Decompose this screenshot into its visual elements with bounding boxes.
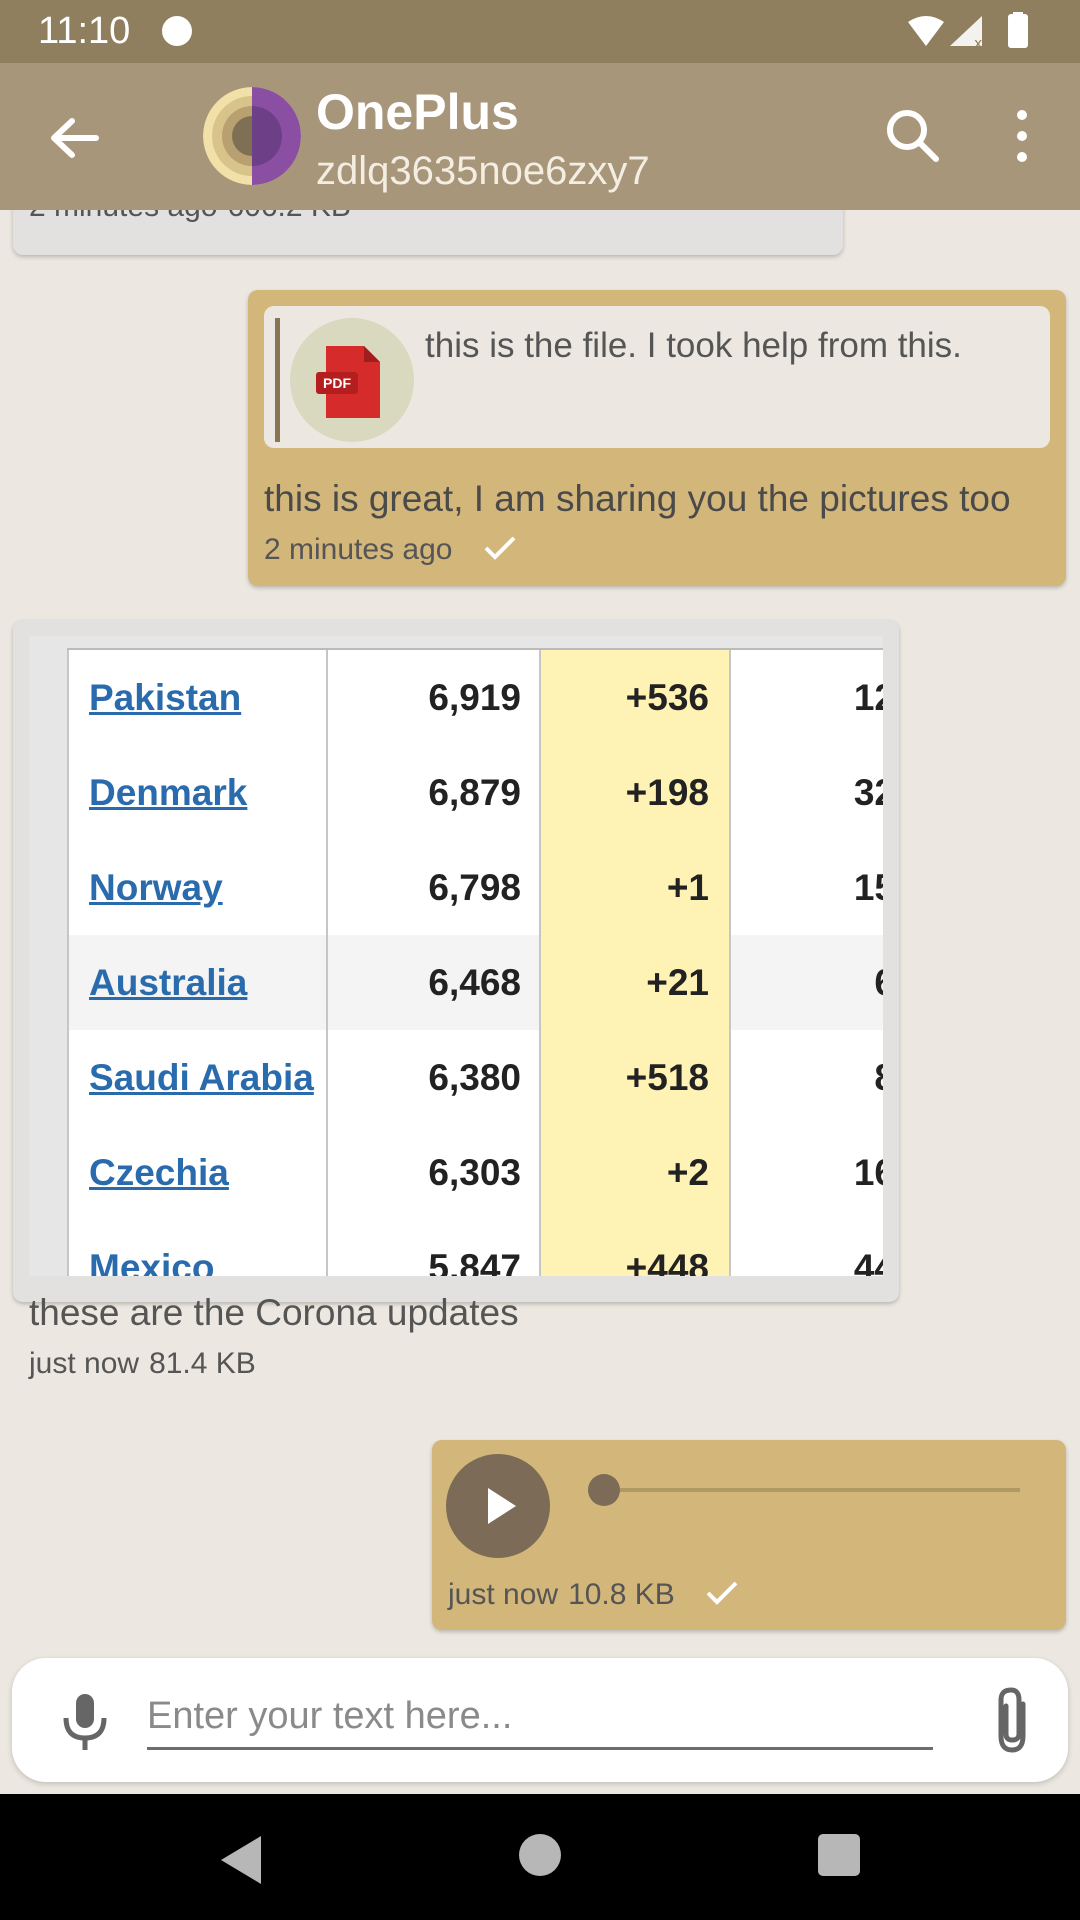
back-arrow-icon[interactable]	[40, 103, 110, 173]
cell-deaths: 6	[731, 935, 883, 1030]
cell-cases: 6,303	[328, 1125, 541, 1220]
message-size: 10.8 KB	[568, 1578, 675, 1611]
table-row: Saudi Arabia 6,380 +518 8	[67, 1030, 883, 1125]
audio-seekbar[interactable]	[604, 1488, 1020, 1492]
cell-deaths: 8	[731, 1030, 883, 1125]
message-size: 606.2 KB	[227, 210, 350, 223]
chat-list[interactable]: 2 minutes ago 606.2 KB PDF this is the fi…	[0, 210, 1080, 1794]
more-vert-icon[interactable]	[1000, 103, 1044, 169]
cell-country: Norway	[67, 840, 328, 935]
cell-cases: 6,468	[328, 935, 541, 1030]
play-icon	[488, 1488, 516, 1524]
pdf-file-icon: PDF	[316, 346, 380, 418]
sent-check-icon	[706, 1581, 738, 1605]
compose-bar	[12, 1658, 1068, 1782]
message-meta: just now 81.4 KB	[29, 1347, 266, 1381]
play-button[interactable]	[446, 1454, 550, 1558]
cell-new: +448	[541, 1220, 731, 1276]
shared-image[interactable]: Pakistan 6,919 +536 12 Denmark 6,879 +19…	[29, 636, 883, 1276]
message-time: 2 minutes ago	[264, 533, 453, 566]
pdf-thumbnail[interactable]: PDF	[290, 318, 414, 442]
app-bar: OnePlus zdlq3635noe6zxy7	[0, 63, 1080, 210]
microphone-icon[interactable]	[52, 1688, 118, 1754]
message-meta: 2 minutes ago 606.2 KB	[29, 210, 361, 224]
message-size: 81.4 KB	[149, 1347, 256, 1380]
message-meta: just now 10.8 KB	[448, 1578, 739, 1612]
quote-bar	[275, 318, 280, 442]
battery-icon	[1008, 14, 1028, 48]
cell-new: +518	[541, 1030, 731, 1125]
cell-cases: 5,847	[328, 1220, 541, 1276]
cell-new: +536	[541, 650, 731, 745]
message-time: just now	[29, 1347, 140, 1380]
cell-new: +1	[541, 840, 731, 935]
message-meta: 2 minutes ago	[264, 533, 517, 567]
svg-text:PDF: PDF	[323, 375, 351, 391]
nav-home-icon[interactable]	[519, 1834, 561, 1876]
cell-deaths: 44	[731, 1220, 883, 1276]
cell-cases: 6,879	[328, 745, 541, 840]
cell-country: Mexico	[67, 1220, 328, 1276]
message-input[interactable]	[147, 1686, 933, 1750]
quote-text: this is the file. I took help from this.	[425, 326, 962, 365]
message-outgoing-audio[interactable]: just now 10.8 KB	[432, 1440, 1066, 1630]
nav-recents-icon[interactable]	[818, 1834, 860, 1876]
message-time: just now	[448, 1578, 559, 1611]
table-row: Pakistan 6,919 +536 12	[67, 650, 883, 745]
cell-cases: 6,919	[328, 650, 541, 745]
notification-dot-icon	[162, 16, 192, 46]
status-icons: x	[908, 12, 1028, 52]
message-incoming[interactable]: 2 minutes ago 606.2 KB	[13, 210, 843, 255]
message-text: this is great, I am sharing you the pict…	[264, 478, 1011, 519]
table-row: Czechia 6,303 +2 16	[67, 1125, 883, 1220]
cell-country: Denmark	[67, 745, 328, 840]
table-row: Australia 6,468 +21 6	[67, 935, 883, 1030]
cell-new: +2	[541, 1125, 731, 1220]
image-caption: these are the Corona updates	[29, 1292, 519, 1333]
nav-back-icon[interactable]	[215, 1832, 265, 1888]
cell-deaths: 16	[731, 1125, 883, 1220]
table-row: Mexico 5,847 +448 44	[67, 1220, 883, 1276]
cell-cases: 6,798	[328, 840, 541, 935]
message-time: 2 minutes ago	[29, 210, 217, 223]
cell-deaths: 32	[731, 745, 883, 840]
message-outgoing[interactable]: PDF this is the file. I took help from t…	[248, 290, 1066, 586]
cell-country: Australia	[67, 935, 328, 1030]
cell-country: Czechia	[67, 1125, 328, 1220]
search-icon[interactable]	[880, 103, 946, 169]
status-bar: 11:10 x	[0, 0, 1080, 63]
table-row: Norway 6,798 +1 15	[67, 840, 883, 935]
cell-country: Pakistan	[67, 650, 328, 745]
table-row: Denmark 6,879 +198 32	[67, 745, 883, 840]
wifi-icon	[908, 16, 944, 46]
cell-new: +21	[541, 935, 731, 1030]
status-time: 11:10	[38, 10, 131, 52]
system-nav-bar	[0, 1794, 1080, 1920]
cell-country: Saudi Arabia	[67, 1030, 328, 1125]
quoted-message[interactable]: PDF this is the file. I took help from t…	[264, 306, 1050, 448]
contact-id: zdlq3635noe6zxy7	[316, 149, 650, 193]
corona-table: Pakistan 6,919 +536 12 Denmark 6,879 +19…	[67, 648, 883, 1276]
avatar[interactable]	[203, 87, 301, 185]
contact-name[interactable]: OnePlus	[316, 83, 519, 141]
audio-seek-thumb[interactable]	[588, 1474, 620, 1506]
cell-cases: 6,380	[328, 1030, 541, 1125]
cell-new: +198	[541, 745, 731, 840]
cell-deaths: 12	[731, 650, 883, 745]
cell-deaths: 15	[731, 840, 883, 935]
message-incoming-image[interactable]: Pakistan 6,919 +536 12 Denmark 6,879 +19…	[13, 620, 899, 1380]
svg-text:x: x	[974, 36, 982, 52]
sent-check-icon	[484, 536, 516, 560]
attachment-icon[interactable]	[987, 1684, 1037, 1756]
